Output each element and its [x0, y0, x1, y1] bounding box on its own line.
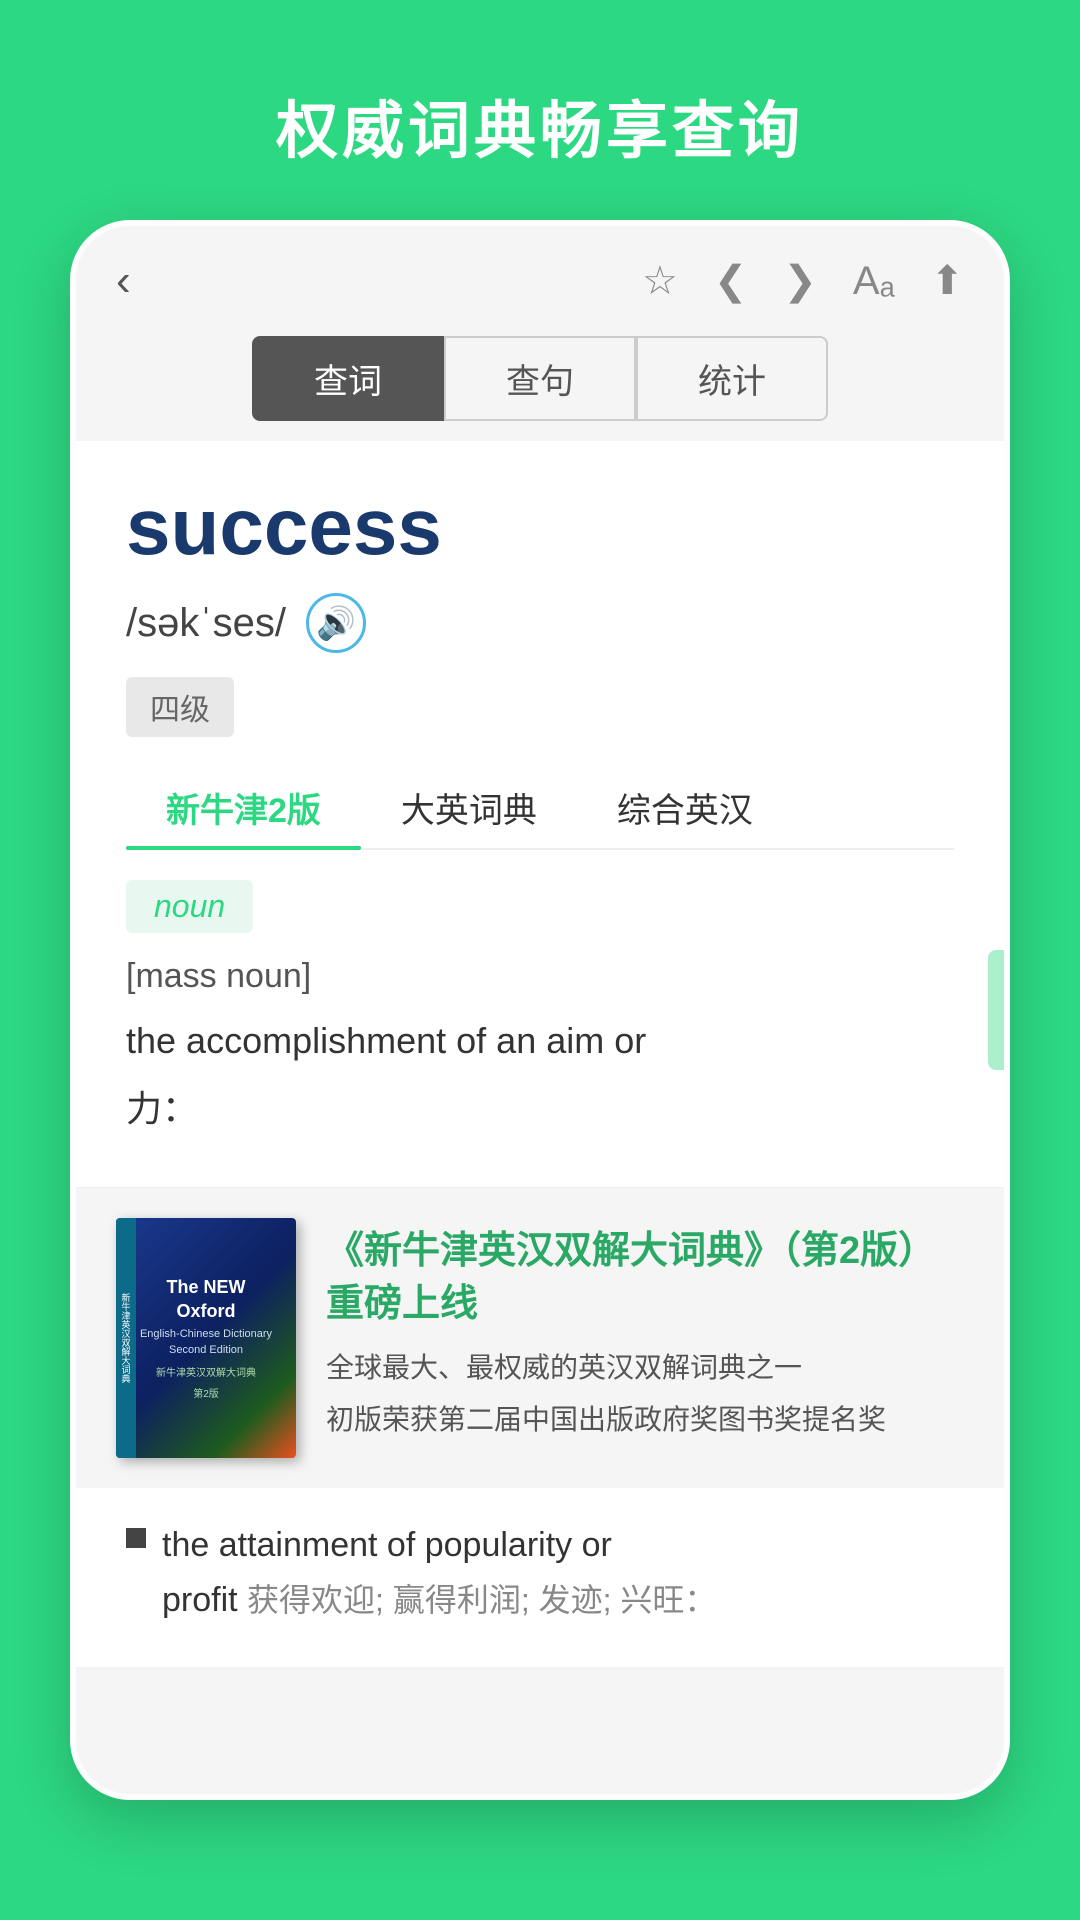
definition-text-1: the accomplishment of an aim or — [126, 1012, 954, 1070]
book-cover-title: The NEWOxford — [167, 1276, 246, 1323]
tab-lookup-sentence[interactable]: 查句 — [444, 336, 636, 421]
dict-tab-new-oxford[interactable]: 新牛津2版 — [126, 767, 361, 848]
phone-frame: ‹ ☆ ❮ ❯ Aₐ ⬆ 查词 查句 统计 success /səkˈses/ … — [70, 220, 1010, 1800]
book-cover[interactable]: 新牛津英汉双解大词典 The NEWOxford English-Chinese… — [116, 1218, 296, 1458]
qualifier-text: [mass noun] — [126, 957, 954, 996]
dict-tab-britannica[interactable]: 大英词典 — [361, 767, 577, 848]
back-button[interactable]: ‹ — [116, 256, 131, 306]
bullet-icon — [126, 1528, 146, 1548]
promo-desc-2: 初版荣获第二届中国出版政府奖图书奖提名奖 — [326, 1399, 964, 1441]
bullet-text: the attainment of popularity or — [162, 1518, 716, 1572]
promo-desc-1: 全球最大、最权威的英汉双解词典之一 — [326, 1347, 964, 1389]
next-icon[interactable]: ❯ — [783, 258, 817, 304]
bottom-definition: the attainment of popularity or profit 获… — [76, 1488, 1004, 1667]
prev-icon[interactable]: ❮ — [714, 258, 748, 304]
promo-text: 《新牛津英汉双解大词典》（第2版）重磅上线 全球最大、最权威的英汉双解词典之一 … — [326, 1225, 964, 1451]
scroll-indicator — [988, 950, 1004, 1070]
promo-title: 《新牛津英汉双解大词典》（第2版）重磅上线 — [326, 1225, 964, 1331]
phonetic-text: /səkˈses/ — [126, 601, 286, 646]
bookmark-icon[interactable]: ☆ — [642, 258, 678, 304]
level-badge: 四级 — [126, 677, 234, 737]
dict-source-tabs: 新牛津2版 大英词典 综合英汉 — [126, 767, 954, 850]
tab-lookup-word[interactable]: 查词 — [252, 336, 444, 421]
bullet-content: the attainment of popularity or profit 获… — [162, 1518, 716, 1627]
promo-banner: 新牛津英汉双解大词典 The NEWOxford English-Chinese… — [76, 1187, 1004, 1488]
tab-statistics[interactable]: 统计 — [636, 336, 828, 421]
phonetic-row: /səkˈses/ 🔊 — [126, 593, 954, 653]
dict-tab-comprehensive[interactable]: 综合英汉 — [577, 767, 793, 848]
book-cover-edition: 第2版 — [193, 1385, 219, 1400]
definition-bullet-item: the attainment of popularity or profit 获… — [126, 1518, 954, 1627]
toolbar: ‹ ☆ ❮ ❯ Aₐ ⬆ — [76, 226, 1004, 326]
bullet-text-2: profit 获得欢迎; 赢得利润; 发迹; 兴旺： — [162, 1573, 716, 1627]
share-icon[interactable]: ⬆ — [930, 258, 964, 304]
page-header-title: 权威词典畅享查询 — [0, 0, 1080, 220]
speaker-icon: 🔊 — [316, 604, 356, 642]
book-spine: 新牛津英汉双解大词典 — [116, 1218, 136, 1458]
definition-text-2: 力： — [126, 1080, 954, 1138]
word-title: success — [126, 481, 954, 573]
book-cover-zh-title: 新牛津英汉双解大词典 — [156, 1364, 256, 1379]
dict-content: success /səkˈses/ 🔊 四级 新牛津2版 大英词典 综合英汉 n… — [76, 441, 1004, 1187]
pos-badge: noun — [126, 880, 253, 933]
book-cover-subtitle: English-Chinese DictionarySecond Edition — [140, 1327, 272, 1358]
toolbar-left: ‹ — [116, 256, 131, 306]
bullet-translation: 获得欢迎; 赢得利润; 发迹; 兴旺： — [247, 1582, 716, 1618]
toolbar-right: ☆ ❮ ❯ Aₐ ⬆ — [642, 258, 964, 304]
tab-bar: 查词 查句 统计 — [76, 326, 1004, 441]
speaker-button[interactable]: 🔊 — [306, 593, 366, 653]
font-size-icon[interactable]: Aₐ — [853, 259, 895, 304]
